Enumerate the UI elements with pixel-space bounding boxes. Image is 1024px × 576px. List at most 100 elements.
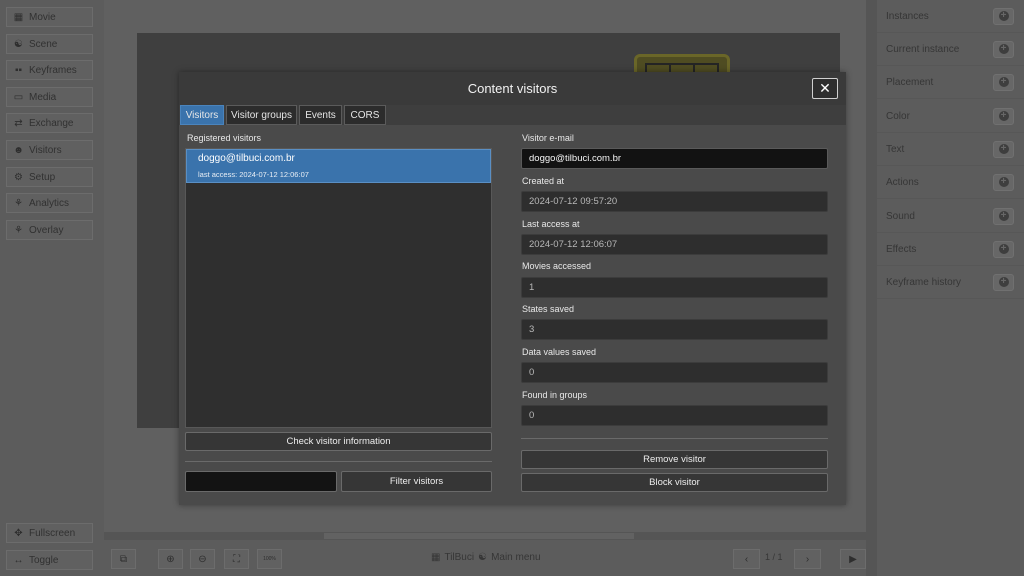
nav-visitors-button[interactable]: ☻ Visitors — [6, 140, 93, 160]
filter-visitors-button[interactable]: Filter visitors — [341, 471, 492, 492]
fit-button[interactable]: ⛶ — [224, 549, 249, 569]
grid-icon: ▪▪ — [14, 64, 23, 76]
nav-media-button[interactable]: ▭ Media — [6, 87, 93, 107]
toggle-icon: ↔ — [13, 554, 24, 566]
fullscreen-button[interactable]: ✥ Fullscreen — [6, 523, 93, 543]
play-button[interactable]: ▶ — [840, 549, 866, 569]
tab-visitors[interactable]: Visitors — [180, 105, 224, 125]
zoom-out-button[interactable]: ⊖ — [190, 549, 215, 569]
gear-icon: ⚙ — [14, 171, 23, 183]
visitors-list[interactable]: doggo@tilbuci.com.br last access: 2024-0… — [185, 148, 492, 428]
nav-overlay-button[interactable]: ⚘ Overlay — [6, 220, 93, 240]
list-item[interactable]: doggo@tilbuci.com.br last access: 2024-0… — [186, 149, 491, 183]
divider — [185, 461, 492, 462]
content-visitors-dialog: Content visitors ✕ Visitors Visitor grou… — [179, 72, 846, 505]
data-values-label: Data values saved — [522, 347, 597, 357]
exchange-icon: ⇄ — [14, 117, 23, 129]
email-field[interactable]: doggo@tilbuci.com.br — [521, 148, 828, 169]
filter-input[interactable] — [185, 471, 337, 492]
email-label: Visitor e-mail — [522, 133, 574, 143]
last-access-label: Last access at — [522, 219, 580, 229]
states-field: 3 — [521, 319, 828, 340]
expand-sound-button[interactable]: + — [993, 207, 1014, 225]
nav-analytics-button[interactable]: ⚘ Analytics — [6, 193, 93, 213]
plus-icon: + — [998, 244, 1009, 254]
bottom-toolbar: ⧉ ⊕ ⊖ ⛶ 100% ▦ TilBuci ☯ Main menu ‹ 1 / 1… — [104, 540, 866, 576]
expand-color-button[interactable]: + — [993, 107, 1014, 125]
tab-visitor-groups[interactable]: Visitor groups — [226, 105, 297, 125]
layers-button[interactable]: ⧉ — [111, 549, 136, 569]
expand-actions-button[interactable]: + — [993, 173, 1014, 191]
tab-cors[interactable]: CORS — [344, 105, 386, 125]
plus-icon: + — [998, 111, 1009, 121]
dialog-tabs: Visitors Visitor groups Events CORS — [179, 105, 846, 125]
zoom-out-icon: ⊖ — [198, 553, 207, 565]
nav-movie-button[interactable]: ▦ Movie — [6, 7, 93, 27]
next-page-button[interactable]: › — [794, 549, 821, 569]
scroll-thumb[interactable] — [324, 533, 634, 539]
film-icon: ▦ — [431, 551, 441, 563]
plus-icon: + — [998, 177, 1009, 187]
groups-label: Found in groups — [522, 390, 588, 400]
film-icon: ▦ — [13, 11, 24, 23]
zoom-in-button[interactable]: ⊕ — [158, 549, 183, 569]
expand-keyframe-history-button[interactable]: + — [993, 273, 1014, 291]
panel-sound[interactable]: Sound + — [877, 200, 1024, 233]
close-icon: ✕ — [819, 80, 831, 96]
registered-visitors-label: Registered visitors — [187, 133, 262, 143]
expand-text-button[interactable]: + — [993, 140, 1014, 158]
dialog-title: Content visitors — [467, 81, 558, 96]
data-values-field: 0 — [521, 362, 828, 383]
panel-effects[interactable]: Effects + — [877, 233, 1024, 266]
play-icon: ▶ — [849, 553, 857, 565]
chevron-right-icon: › — [805, 553, 810, 565]
movies-field: 1 — [521, 277, 828, 298]
add-instances-button[interactable]: + — [993, 7, 1014, 25]
nav-exchange-button[interactable]: ⇄ Exchange — [6, 113, 93, 133]
scene-icon: ☯ — [478, 551, 488, 563]
tab-events[interactable]: Events — [299, 105, 342, 125]
fit-icon: ⛶ — [233, 553, 240, 565]
block-visitor-button[interactable]: Block visitor — [521, 473, 828, 492]
expand-current-instance-button[interactable]: + — [993, 40, 1014, 58]
layers-icon: ⧉ — [119, 553, 128, 565]
panel-current-instance[interactable]: Current instance + — [877, 33, 1024, 66]
panel-instances[interactable]: Instances + — [877, 0, 1024, 33]
states-label: States saved — [522, 304, 575, 314]
plus-icon: + — [998, 77, 1009, 87]
nav-scene-button[interactable]: ☯ Scene — [6, 34, 93, 54]
panel-placement[interactable]: Placement + — [877, 66, 1024, 99]
brand-menu[interactable]: ▦ TilBuci ☯ Main menu — [431, 550, 541, 564]
expand-placement-button[interactable]: + — [993, 73, 1014, 91]
remove-visitor-button[interactable]: Remove visitor — [521, 450, 828, 469]
analytics-icon: ⚘ — [14, 197, 23, 209]
panel-keyframe-history[interactable]: Keyframe history + — [877, 266, 1024, 299]
close-button[interactable]: ✕ — [812, 78, 838, 99]
plus-icon: + — [998, 44, 1009, 54]
nav-setup-button[interactable]: ⚙ Setup — [6, 167, 93, 187]
overlay-icon: ⚘ — [14, 224, 23, 236]
toggle-button[interactable]: ↔ Toggle — [6, 550, 93, 570]
left-sidebar: ▦ Movie ☯ Scene ▪▪ Keyframes ▭ Media ⇄ Exchan… — [0, 0, 104, 576]
visitor-email: doggo@tilbuci.com.br — [198, 153, 295, 164]
zoom-level-button[interactable]: 100% — [257, 549, 282, 569]
prev-page-button[interactable]: ‹ — [733, 549, 760, 569]
panel-color[interactable]: Color + — [877, 100, 1024, 133]
plus-icon: + — [998, 211, 1009, 221]
plus-icon: + — [998, 277, 1009, 287]
nav-keyframes-button[interactable]: ▪▪ Keyframes — [6, 60, 93, 80]
panel-actions[interactable]: Actions + — [877, 166, 1024, 199]
created-field: 2024-07-12 09:57:20 — [521, 191, 828, 212]
horizontal-scrollbar[interactable] — [104, 532, 866, 540]
chevron-left-icon: ‹ — [744, 553, 749, 565]
scene-icon: ☯ — [14, 38, 23, 50]
expand-effects-button[interactable]: + — [993, 240, 1014, 258]
check-visitor-button[interactable]: Check visitor information — [185, 432, 492, 451]
vertical-scrollbar[interactable] — [866, 0, 877, 576]
last-access-field: 2024-07-12 12:06:07 — [521, 234, 828, 255]
zoom-in-icon: ⊕ — [166, 553, 175, 565]
panel-text[interactable]: Text + — [877, 133, 1024, 166]
plus-icon: + — [998, 144, 1009, 154]
properties-panel: Instances + Current instance + Placement + … — [877, 0, 1024, 576]
groups-field: 0 — [521, 405, 828, 426]
